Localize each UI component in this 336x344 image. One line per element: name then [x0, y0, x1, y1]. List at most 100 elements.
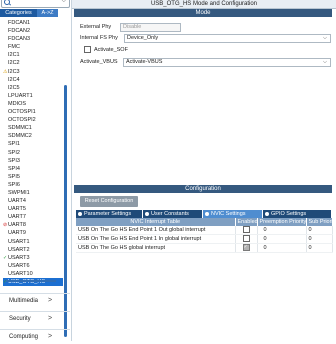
warning-icon: ⚠: [3, 68, 8, 75]
horizontal-scrollbar[interactable]: [6, 280, 56, 282]
sidebar-item-label: UART9: [8, 230, 26, 237]
sidebar-item[interactable]: I2C1: [3, 51, 63, 59]
sidebar-item-label: SDMMC1: [8, 125, 32, 132]
section-multimedia[interactable]: Multimedia >: [0, 293, 70, 308]
enabled-checkbox[interactable]: [242, 235, 250, 243]
section-computing[interactable]: Computing >: [0, 329, 70, 344]
sidebar-item[interactable]: SPI2: [3, 149, 63, 157]
sub-priority[interactable]: 0: [306, 243, 333, 253]
sidebar-item[interactable]: USART6: [3, 262, 63, 270]
internal-phy-label: Internal FS Phy: [80, 35, 118, 41]
sidebar-item[interactable]: SDMMC2: [3, 132, 63, 140]
internal-phy-select[interactable]: Device_Only ⌵: [124, 34, 331, 43]
sidebar-item-label: I2C4: [8, 76, 20, 83]
checkbox-icon[interactable]: [84, 46, 91, 54]
activate-sof-checkbox[interactable]: Activate_SOF: [84, 46, 128, 54]
sidebar-item[interactable]: UART4: [3, 197, 63, 205]
enabled-cell: [235, 226, 258, 235]
dot-icon: [265, 212, 269, 216]
sidebar-item[interactable]: SPI4: [3, 165, 63, 173]
preemption-priority[interactable]: 0: [257, 226, 307, 235]
preemption-priority[interactable]: 0: [257, 243, 307, 253]
tab-label: GPIO Settings: [271, 211, 307, 217]
search-input[interactable]: ⌵: [1, 0, 70, 8]
sidebar-item[interactable]: ⚠ I2C3: [3, 68, 63, 76]
chevron-down-icon[interactable]: ⌵: [61, 0, 66, 5]
sidebar-item-label: I2C5: [8, 84, 20, 91]
tab-user-constants[interactable]: User Constants: [143, 210, 203, 218]
section-security[interactable]: Security >: [0, 311, 70, 326]
table-row: USB On The Go HS End Point 1 In global i…: [76, 234, 333, 244]
activate-sof-label: Activate_SOF: [94, 47, 128, 53]
error-icon: ⊘: [3, 222, 8, 229]
activate-vbus-label: Activate_VBUS: [80, 59, 118, 65]
chevron-down-icon: ⌵: [322, 35, 327, 41]
sidebar-item-label: SWPMI1: [8, 189, 30, 196]
sidebar-item-label: SPI5: [8, 173, 20, 180]
sub-priority[interactable]: 0: [306, 234, 333, 244]
sidebar-item[interactable]: UART5: [3, 205, 63, 213]
sub-priority[interactable]: 0: [306, 226, 333, 235]
external-phy-field: Disable: [120, 23, 181, 32]
enabled-checkbox[interactable]: [242, 226, 250, 234]
sidebar-item[interactable]: USART2: [3, 246, 63, 254]
mode-configuration-panel: USB_OTG_HS Mode and Configuration Mode E…: [72, 0, 336, 341]
sidebar-item-label: UART4: [8, 198, 26, 205]
enabled-checkbox[interactable]: [242, 244, 250, 252]
nvic-interrupt-table: NVIC Interrupt Table Enabled Preemption …: [76, 218, 333, 253]
sidebar-item[interactable]: OCTOSPI1: [3, 108, 63, 116]
sidebar-item[interactable]: MDIOS: [3, 100, 63, 108]
dot-icon: [78, 212, 82, 216]
sidebar-item[interactable]: SPI5: [3, 173, 63, 181]
sidebar-item[interactable]: SDMMC1: [3, 124, 63, 132]
dot-icon: [145, 212, 149, 216]
tab-categories[interactable]: Categories: [0, 9, 37, 17]
tab-parameter-settings[interactable]: Parameter Settings: [76, 210, 143, 218]
sidebar-item[interactable]: USART10: [3, 270, 63, 278]
sidebar-item-label: USART3: [8, 254, 30, 261]
sidebar-item-label: MDIOS: [8, 100, 27, 107]
sidebar-item[interactable]: UART7: [3, 213, 63, 221]
sidebar-item[interactable]: USART1: [3, 238, 63, 246]
mode-header: Mode: [74, 9, 332, 17]
sidebar-item[interactable]: SPI1: [3, 140, 63, 148]
reset-configuration-button[interactable]: Reset Configuration: [80, 196, 138, 207]
dot-icon: [205, 212, 209, 216]
sidebar-item[interactable]: FDCAN1: [3, 19, 63, 27]
column-header: Enabled: [235, 218, 258, 226]
check-icon: ✓: [3, 254, 8, 261]
sidebar-item-label: LPUART1: [8, 92, 33, 99]
sidebar-item[interactable]: FMC: [3, 43, 63, 51]
sidebar-item[interactable]: SWPMI1: [3, 189, 63, 197]
sidebar-item[interactable]: OCTOSPI2: [3, 116, 63, 124]
sidebar-item[interactable]: SPI6: [3, 181, 63, 189]
sidebar-item[interactable]: I2C5: [3, 84, 63, 92]
categories-panel: ⌵ Categories A->Z FDCAN1 FDCAN2 FDCAN3 FMC I…: [0, 0, 72, 341]
sidebar-item[interactable]: ✓ USART3: [3, 254, 63, 262]
sidebar-item[interactable]: LPUART1: [3, 92, 63, 100]
config-tabs: Parameter Settings User Constants NVIC S…: [76, 210, 332, 218]
chevron-right-icon: >: [48, 333, 53, 340]
sidebar-item[interactable]: FDCAN2: [3, 27, 63, 35]
section-label: Multimedia: [9, 298, 39, 304]
sidebar-item[interactable]: I2C2: [3, 59, 63, 67]
sidebar-item[interactable]: ⊘ UART8: [3, 221, 63, 229]
tab-nvic-settings[interactable]: NVIC Settings: [203, 210, 263, 218]
preemption-priority[interactable]: 0: [257, 234, 307, 244]
tab-a-z[interactable]: A->Z: [37, 9, 58, 17]
page-title: USB_OTG_HS Mode and Configuration: [72, 0, 336, 9]
sidebar-item-label: UART5: [8, 206, 26, 213]
sidebar-item[interactable]: SPI3: [3, 157, 63, 165]
column-header: Preemption Priority: [257, 218, 307, 226]
sidebar-item[interactable]: I2C4: [3, 76, 63, 84]
search-icon: [4, 0, 10, 5]
sidebar-item-label: SPI4: [8, 165, 20, 172]
column-header: Sub Priority: [306, 218, 333, 226]
tab-gpio-settings[interactable]: GPIO Settings: [263, 210, 332, 218]
internal-phy-value: Device_Only: [127, 35, 159, 41]
sidebar-item-label: SDMMC2: [8, 133, 32, 140]
table-header-row: NVIC Interrupt Table Enabled Preemption …: [76, 218, 333, 226]
sidebar-item[interactable]: UART9: [3, 229, 63, 237]
sidebar-item[interactable]: FDCAN3: [3, 35, 63, 43]
activate-vbus-select[interactable]: Activate-VBUS ⌵: [123, 58, 331, 67]
